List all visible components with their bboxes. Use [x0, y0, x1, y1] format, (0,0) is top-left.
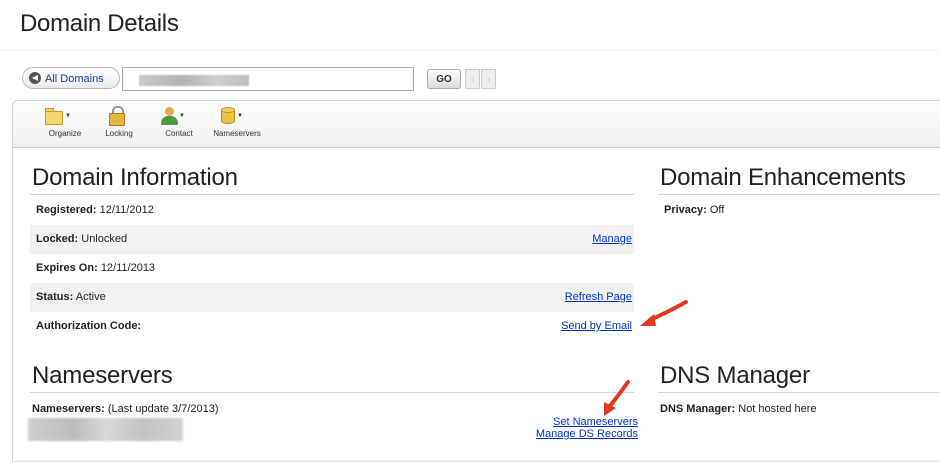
domain-enhancements-rule: [658, 194, 940, 195]
contact-label: Contact: [165, 129, 193, 138]
next-domain-button[interactable]: ›: [481, 69, 496, 89]
contact-icon: ▼: [149, 105, 209, 127]
domain-toolbar: ▼ Organize Locking ▼ Contact ▼ Nameserve…: [13, 101, 940, 148]
dns-manager-label: DNS Manager:: [660, 403, 736, 415]
folder-icon: ▼: [35, 105, 95, 127]
organize-label: Organize: [48, 129, 82, 138]
status-label: Status:: [36, 291, 74, 303]
status-row: Status: Active Refresh Page: [30, 283, 634, 312]
nameservers-tool-label: Nameservers: [213, 129, 261, 138]
nameservers-label: Nameservers:: [32, 403, 105, 415]
contact-tool[interactable]: ▼ Contact: [149, 105, 209, 138]
domain-enhancements-heading: Domain Enhancements: [660, 164, 906, 191]
expires-label: Expires On:: [36, 262, 98, 274]
nameservers-heading: Nameservers: [32, 362, 173, 389]
domain-search-input[interactable]: [122, 67, 414, 91]
page-title: Domain Details: [20, 10, 179, 37]
organize-tool[interactable]: ▼ Organize: [35, 105, 95, 138]
go-button[interactable]: GO: [427, 69, 461, 89]
send-by-email-link[interactable]: Send by Email: [561, 312, 632, 341]
locking-label: Locking: [105, 129, 133, 138]
locking-tool[interactable]: Locking: [89, 105, 149, 138]
dns-manager-line: DNS Manager: Not hosted here: [660, 403, 817, 415]
locked-label: Locked:: [36, 233, 79, 245]
nameservers-rule: [30, 392, 634, 393]
domain-information-heading: Domain Information: [32, 164, 238, 191]
lock-icon: [89, 105, 149, 127]
database-icon: ▼: [207, 105, 267, 127]
nameservers-line: Nameservers: (Last update 3/7/2013): [32, 403, 219, 415]
nameservers-last-update: (Last update 3/7/2013): [107, 403, 219, 415]
domain-information-rule: [30, 194, 634, 195]
manage-link[interactable]: Manage: [592, 225, 632, 254]
locked-value: Unlocked: [81, 233, 128, 245]
annotation-arrow-send-email: [640, 300, 688, 326]
dns-manager-rule: [658, 392, 940, 393]
registered-label: Registered:: [36, 204, 97, 216]
refresh-page-link[interactable]: Refresh Page: [565, 283, 632, 312]
back-arrow-icon: ◀: [29, 72, 41, 84]
locked-row: Locked: Unlocked Manage: [30, 225, 634, 254]
redacted-nameservers: [28, 418, 183, 441]
title-divider: [0, 50, 940, 51]
annotation-arrow-set-nameservers: [604, 380, 630, 416]
privacy-value: Off: [709, 204, 725, 216]
authorization-code-row: Authorization Code: Send by Email: [30, 312, 634, 341]
privacy-line: Privacy: Off: [664, 204, 724, 216]
all-domains-label: All Domains: [45, 73, 104, 85]
nameservers-tool[interactable]: ▼ Nameservers: [207, 105, 267, 138]
privacy-label: Privacy:: [664, 204, 707, 216]
expires-value: 12/11/2013: [100, 262, 156, 274]
dns-manager-heading: DNS Manager: [660, 362, 810, 389]
status-value: Active: [75, 291, 106, 303]
redacted-domain-name: [139, 75, 249, 86]
dns-manager-value: Not hosted here: [738, 403, 817, 415]
registered-value: 12/11/2012: [99, 204, 154, 216]
expires-row: Expires On: 12/11/2013: [30, 254, 634, 283]
all-domains-button[interactable]: ◀ All Domains: [22, 67, 120, 89]
manage-ds-records-link[interactable]: Manage DS Records: [536, 428, 638, 440]
previous-domain-button[interactable]: ‹: [465, 69, 480, 89]
registered-row: Registered: 12/11/2012: [30, 196, 634, 225]
authorization-code-label: Authorization Code:: [36, 320, 142, 332]
